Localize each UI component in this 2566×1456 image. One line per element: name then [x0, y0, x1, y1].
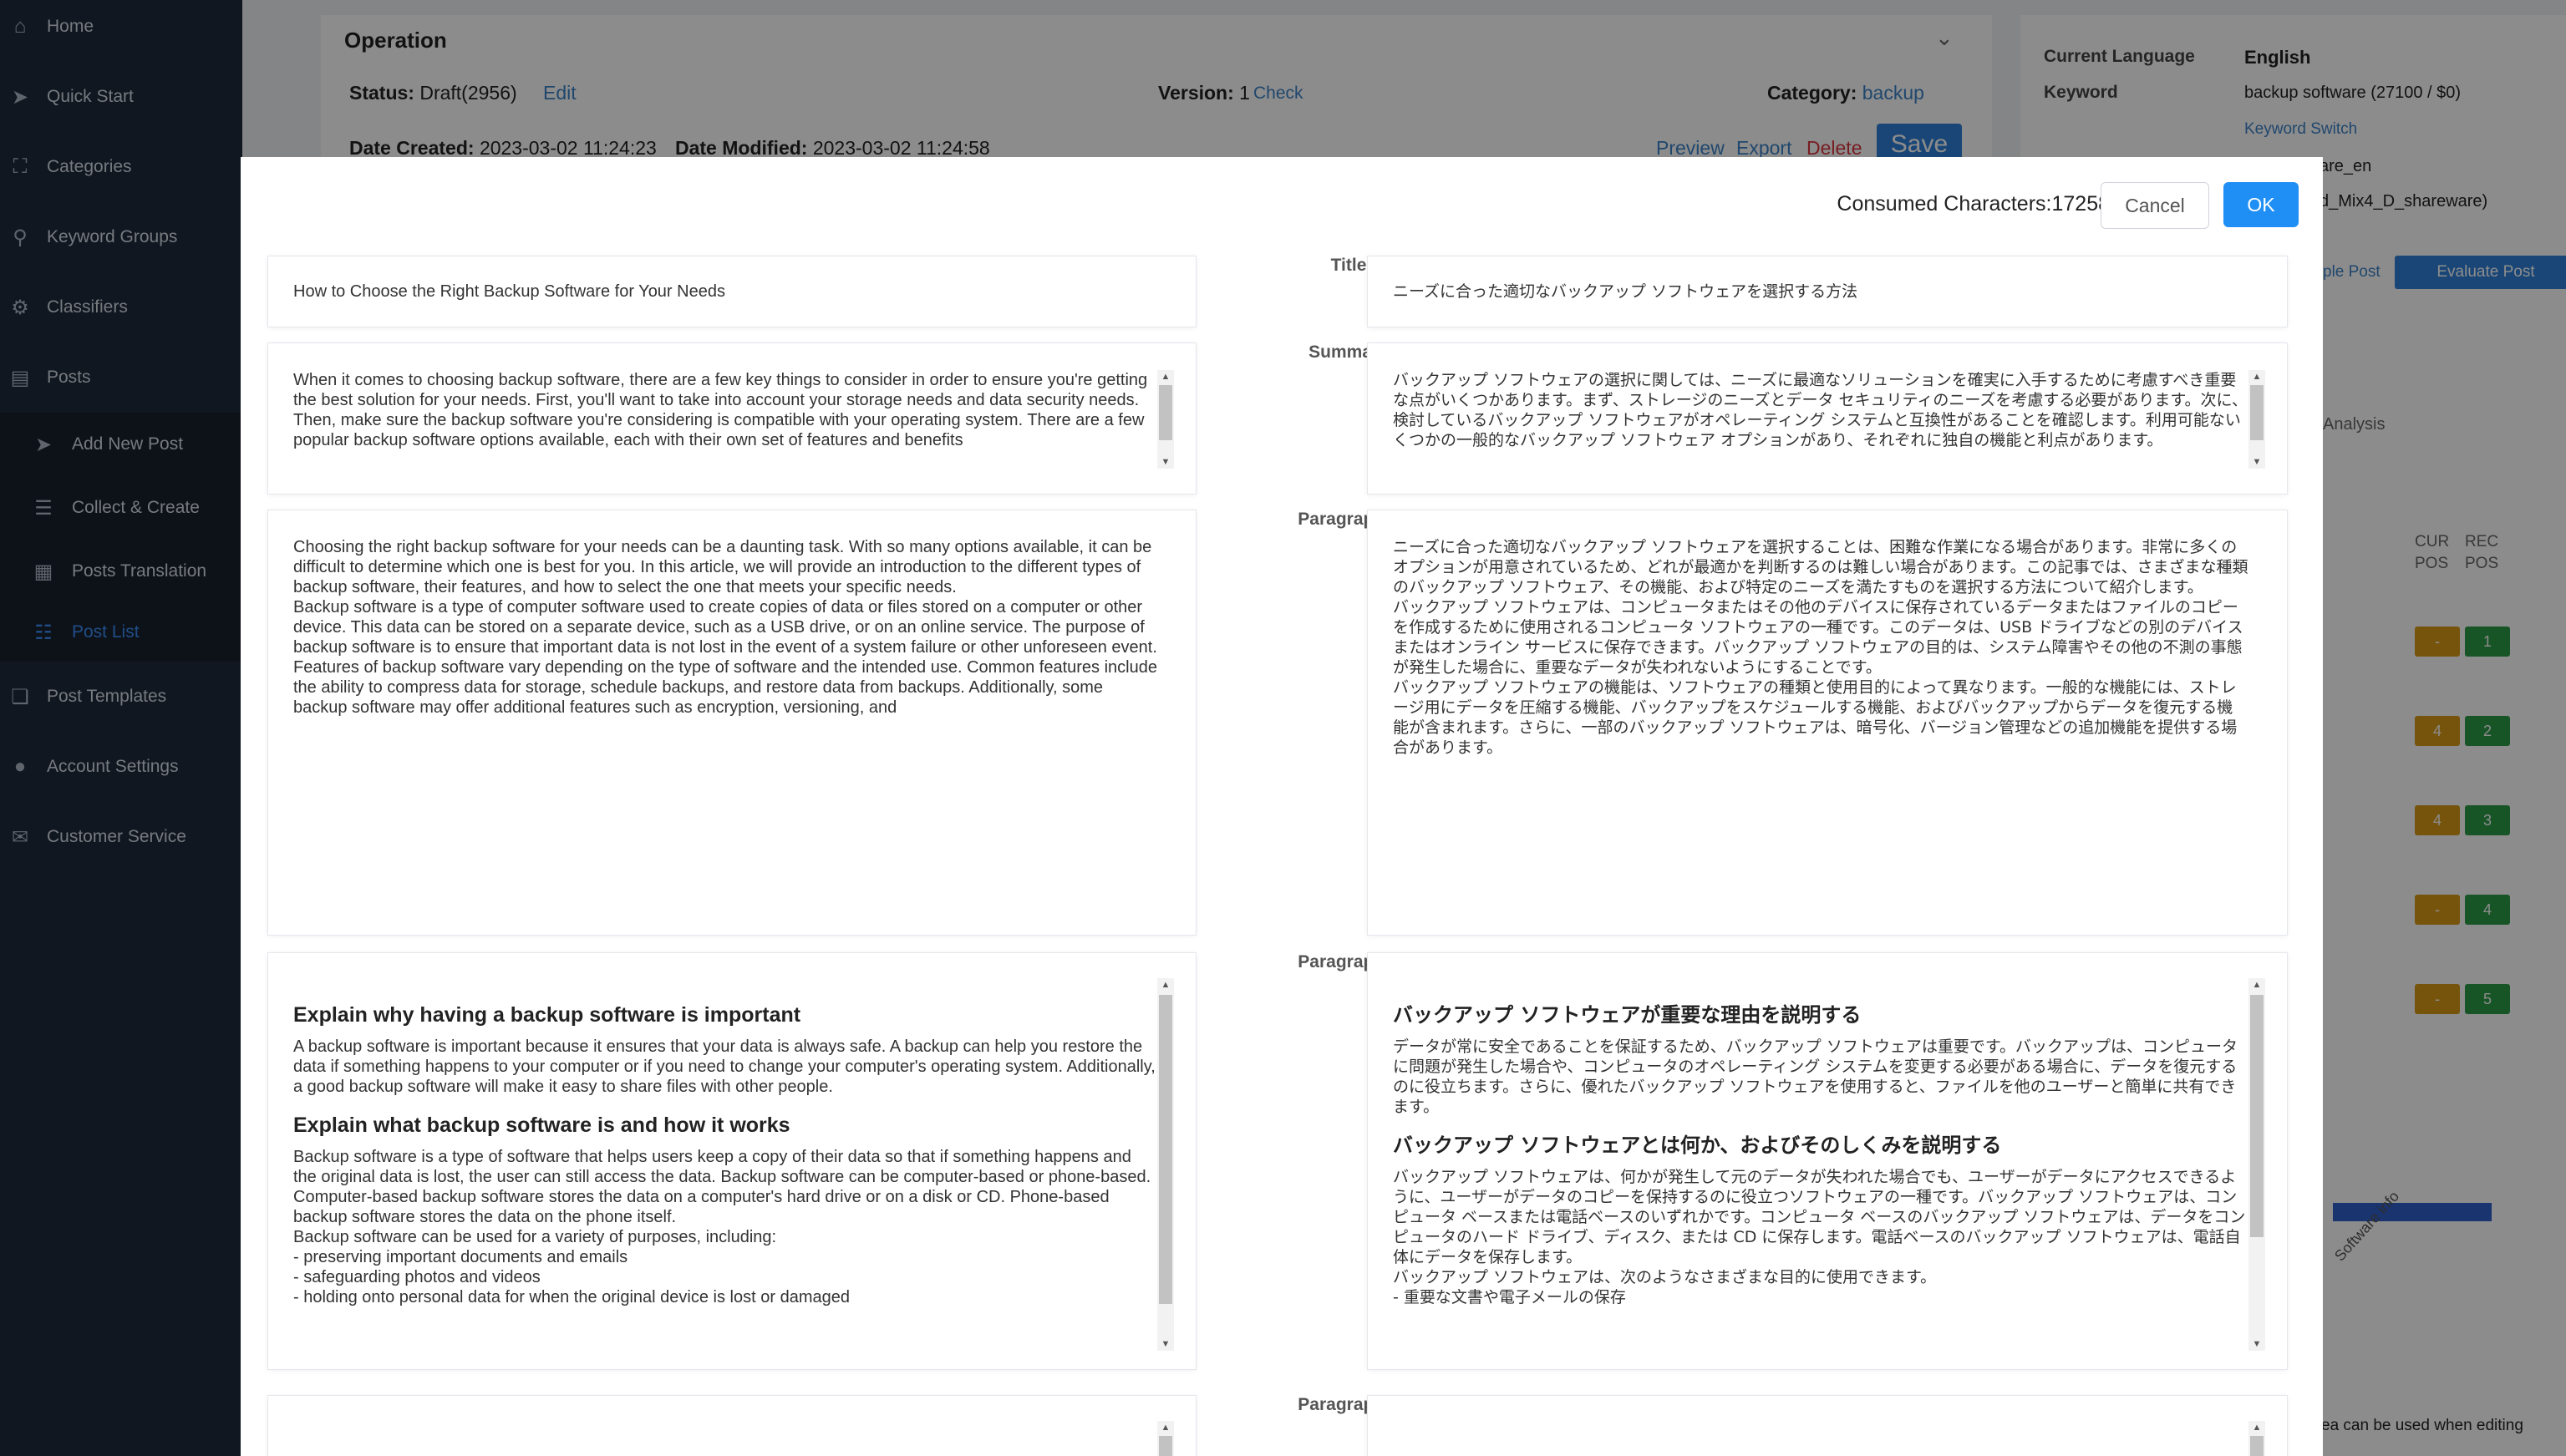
paragraph-text: Backup software is a type of software th… — [293, 1148, 1156, 1226]
ok-button[interactable]: OK — [2223, 182, 2299, 227]
list-item: - preserving important documents and ema… — [293, 1248, 628, 1266]
section-heading: バックアップ ソフトウェアとは何か、およびそのしくみを説明する — [1393, 1134, 2002, 1157]
paragraph-1-source-field[interactable]: Choosing the right backup software for y… — [267, 510, 1197, 936]
paragraph-text: バックアップ ソフトウェアは、何かが発生して元のデータが失われた場合でも、ユーザ… — [1393, 1168, 2246, 1266]
consumed-characters: Consumed Characters:17258 — [1837, 192, 2110, 216]
cancel-button[interactable]: Cancel — [2101, 182, 2209, 229]
translation-modal: Consumed Characters:17258 Cancel OK Titl… — [241, 157, 2323, 1456]
paragraph-text: Backup software can be used for a variet… — [293, 1228, 777, 1246]
paragraph-2-source-field[interactable]: Explain why having a backup software is … — [267, 952, 1197, 1370]
title-source-text: How to Choose the Right Backup Software … — [293, 282, 725, 301]
section-heading: Explain what backup software is and how … — [293, 1114, 790, 1137]
paragraph-text: バックアップ ソフトウェアは、コンピュータまたはその他のデバイスに保存されている… — [1393, 598, 2243, 677]
paragraph-text: Backup software is a type of computer so… — [293, 598, 1157, 657]
paragraph-text: ニーズに合った適切なバックアップ ソフトウェアを選択することは、困難な作業になる… — [1393, 538, 2248, 596]
summary-translation-field[interactable]: バックアップ ソフトウェアの選択に関しては、ニーズに最適なソリューションを確実に… — [1367, 342, 2288, 495]
list-item: - safeguarding photos and videos — [293, 1268, 541, 1286]
list-item: - 重要な文書や電子メールの保存 — [1393, 1288, 1626, 1306]
list-item: - holding onto personal data for when th… — [293, 1288, 850, 1306]
scrollbar[interactable]: ▲ ▼ — [1157, 978, 1174, 1351]
section-heading: Explain why having a backup software is … — [293, 1003, 801, 1027]
scrollbar[interactable]: ▲ — [1157, 1421, 1174, 1456]
paragraph-text: Features of backup software vary dependi… — [293, 658, 1162, 717]
scrollbar[interactable]: ▲ ▼ — [2248, 978, 2265, 1351]
scrollbar[interactable]: ▲ ▼ — [1157, 370, 1174, 469]
paragraph-1-translation-field[interactable]: ニーズに合った適切なバックアップ ソフトウェアを選択することは、困難な作業になる… — [1367, 510, 2288, 936]
paragraph-3-translation-field[interactable]: ▲ — [1367, 1395, 2288, 1456]
summary-source-text: When it comes to choosing backup softwar… — [293, 371, 1152, 449]
paragraph-2-translation-field[interactable]: バックアップ ソフトウェアが重要な理由を説明する データが常に安全であることを保… — [1367, 952, 2288, 1370]
summary-translation-text: バックアップ ソフトウェアの選択に関しては、ニーズに最適なソリューションを確実に… — [1393, 371, 2248, 449]
title-translation-text: ニーズに合った適切なバックアップ ソフトウェアを選択する方法 — [1393, 282, 1858, 301]
title-source-field[interactable]: How to Choose the Right Backup Software … — [267, 256, 1197, 327]
scrollbar[interactable]: ▲ ▼ — [2248, 370, 2265, 469]
section-heading: バックアップ ソフトウェアが重要な理由を説明する — [1393, 1003, 1862, 1027]
paragraph-text: バックアップ ソフトウェアは、次のようなさまざまな目的に使用できます。 — [1393, 1268, 1937, 1286]
paragraph-3-source-field[interactable]: ▲ — [267, 1395, 1197, 1456]
paragraph-text: バックアップ ソフトウェアの機能は、ソフトウェアの種類と使用目的によって異なりま… — [1393, 678, 2238, 757]
paragraph-text: A backup software is important because i… — [293, 1037, 1156, 1096]
paragraph-text: データが常に安全であることを保証するため、バックアップ ソフトウェアは重要です。… — [1393, 1037, 2238, 1116]
summary-source-field[interactable]: When it comes to choosing backup softwar… — [267, 342, 1197, 495]
paragraph-text: Choosing the right backup software for y… — [293, 538, 1156, 596]
title-translation-field[interactable]: ニーズに合った適切なバックアップ ソフトウェアを選択する方法 — [1367, 256, 2288, 327]
scrollbar[interactable]: ▲ — [2248, 1421, 2265, 1456]
